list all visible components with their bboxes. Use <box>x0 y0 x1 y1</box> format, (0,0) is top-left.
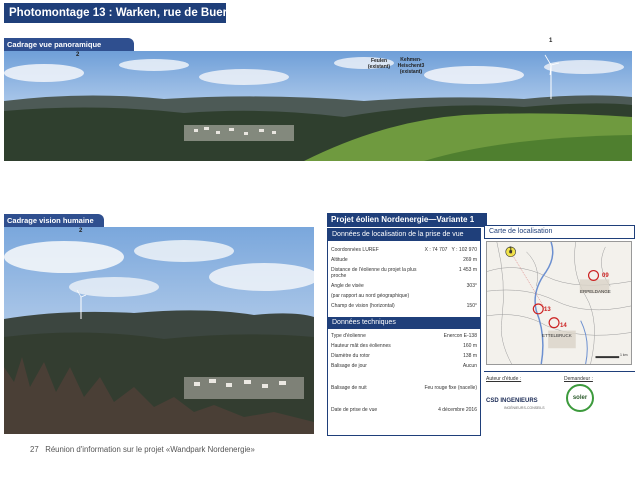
row-nightmark: Balisage de nuit Feu rouge fixe (nacelle… <box>328 385 480 407</box>
data-table: Données de localisation de la prise de v… <box>327 228 481 436</box>
csd-logo-sub: INGÉNIEURS-CONSEILS <box>504 406 545 410</box>
daymark-label: Balisage de jour <box>331 363 367 369</box>
angle-label: Angle de visée <box>331 283 364 289</box>
coord-label: Coordonnées LUREF <box>331 247 379 253</box>
row-date: Date de prise de vue 4 décembre 2016 <box>328 407 480 417</box>
coord-y: Y : 102 970 <box>451 247 478 253</box>
angle-sub-label: (par rapport au nord géographique) <box>331 293 410 299</box>
panorama-label-feulen: Feulen (existant) <box>367 58 391 70</box>
field-value: 150° <box>466 303 477 309</box>
map-header: Carte de localisation <box>484 225 635 239</box>
author-label: Auteur d'étude : <box>486 376 522 382</box>
row-altitude: Altitude 269 m <box>328 257 480 267</box>
row-angle-sub: (par rapport au nord géographique) <box>328 293 480 303</box>
type-label: Type d'éolienne <box>331 333 366 339</box>
altitude-value: 269 m <box>463 257 477 263</box>
date-value: 4 décembre 2016 <box>438 407 477 413</box>
map-column: Carte de localisation 1 09 13 14 ERPELDA… <box>484 225 635 436</box>
map-scale-label: 1 km <box>620 353 628 357</box>
row-field: Champ de vision (horizontal) 150° <box>328 303 480 315</box>
human-view-marker-2: 2 <box>79 228 83 234</box>
row-coordinates: Coordonnées LUREF X : 74 707 Y : 102 970 <box>328 247 480 257</box>
date-label: Date de prise de vue <box>331 407 378 413</box>
info-panel-title: Projet éolien Nordenergie—Variante 1 <box>327 213 487 227</box>
nightmark-value: Feu rouge fixe (nacelle) <box>424 385 477 391</box>
row-rotor: Diamètre du rotor 138 m <box>328 353 480 363</box>
daymark-value: Aucun <box>462 363 477 369</box>
soler-logo-text: soler <box>572 395 588 401</box>
row-type: Type d'éolienne Enercon E-138 <box>328 333 480 343</box>
row-daymark: Balisage de jour Aucun <box>328 363 480 385</box>
panorama-marker-1: 1 <box>549 38 553 44</box>
altitude-label: Altitude <box>331 257 348 263</box>
row-hub: Hauteur mât des éoliennes 160 m <box>328 343 480 353</box>
client-label: Demandeur : <box>564 376 593 382</box>
panorama-label-kehmen: Kehmen- Heischent3 (existant) <box>397 57 425 75</box>
rotor-label: Diamètre du rotor <box>331 353 370 359</box>
panorama-marker-2: 2 <box>76 52 80 58</box>
map-town-ettelbruck: ETTELBRUCK <box>542 333 572 338</box>
row-distance: Distance de l'éolienne du projet la plus… <box>328 267 480 283</box>
row-angle: Angle de visée 303° <box>328 283 480 293</box>
map-point-1: 1 <box>509 247 513 253</box>
hub-label: Hauteur mât des éoliennes <box>331 343 391 349</box>
coord-values: X : 74 707 Y : 102 970 <box>425 247 477 253</box>
slide-title: Photomontage 13 : Warken, rue de Buerden <box>4 3 248 23</box>
credits-area: Auteur d'étude : Demandeur : CSD INGENIE… <box>484 371 635 436</box>
distance-value: 1 453 m <box>458 267 477 273</box>
map-turbine-09: 09 <box>602 273 609 279</box>
page-number: 27 <box>30 445 39 454</box>
human-view-tab: Cadrage vision humaine <box>4 214 104 227</box>
angle-value: 303° <box>466 283 477 289</box>
panorama-tab: Cadrage vue panoramique <box>4 38 134 51</box>
slide-footer: 27 Réunion d'information sur le projet «… <box>30 445 255 454</box>
footer-text: Réunion d'information sur le projet «Wan… <box>45 445 255 454</box>
field-label: Champ de vision (horizontal) <box>331 303 395 309</box>
nightmark-label: Balisage de nuit <box>331 385 367 391</box>
map-turbine-14: 14 <box>560 323 567 329</box>
location-section-head: Données de localisation de la prise de v… <box>328 229 480 241</box>
type-value: Enercon E-138 <box>443 333 477 339</box>
coord-x: X : 74 707 <box>424 247 448 253</box>
soler-logo: soler <box>566 384 594 412</box>
location-map <box>486 241 632 365</box>
info-panel: Projet éolien Nordenergie—Variante 1 Don… <box>327 213 635 439</box>
map-town-erpeldange: ERPELDANGE <box>580 289 611 294</box>
human-view-photo <box>4 227 314 434</box>
rotor-value: 138 m <box>463 353 477 359</box>
hub-value: 160 m <box>463 343 477 349</box>
panorama-photo <box>4 51 632 161</box>
distance-label: Distance de l'éolienne du projet la plus… <box>331 267 417 279</box>
map-turbine-13: 13 <box>544 307 551 313</box>
csd-logo: CSD INGENIEURS <box>486 398 538 404</box>
tech-section-head: Données techniques <box>328 317 480 329</box>
